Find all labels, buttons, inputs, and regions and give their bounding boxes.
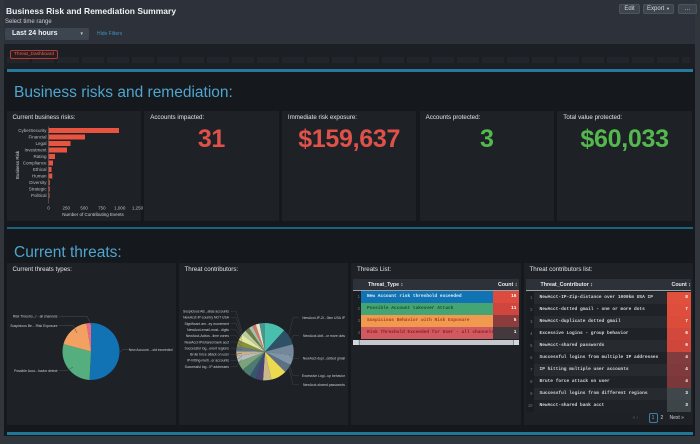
svg-text:Political: Political bbox=[30, 193, 46, 198]
svg-text:Brute force attack on user: Brute force attack on user bbox=[190, 353, 230, 357]
svg-text:Suspicious AB...alias accounts: Suspicious AB...alias accounts bbox=[183, 310, 229, 314]
svg-text:Ethical: Ethical bbox=[32, 167, 46, 172]
svg-text:NewAcct-dott...or more dots: NewAcct-dott...or more dots bbox=[302, 334, 344, 338]
svg-text:Financial: Financial bbox=[28, 135, 46, 140]
svg-text:Business Risk: Business Risk bbox=[15, 150, 20, 179]
svg-text:NewAcct-dupl...dotted gmail: NewAcct-dupl...dotted gmail bbox=[302, 357, 344, 361]
svg-text:1,250: 1,250 bbox=[131, 206, 143, 211]
svg-text:500: 500 bbox=[80, 206, 88, 211]
svg-text:NewAcct-Acttos...time zones: NewAcct-Acttos...time zones bbox=[185, 334, 228, 338]
svg-text:Suspicious Be... Risk Exposure: Suspicious Be... Risk Exposure bbox=[10, 324, 57, 328]
svg-text:New Account ...old exceeded: New Account ...old exceeded bbox=[128, 348, 172, 352]
svg-text:Successful log...erent regions: Successful log...erent regions bbox=[184, 346, 229, 350]
svg-text:NewAcct-IP-country NOT USA: NewAcct-IP-country NOT USA bbox=[183, 316, 230, 320]
svg-text:Legal: Legal bbox=[35, 141, 46, 146]
svg-text:Possible Acco...havior detect: Possible Acco...havior detect bbox=[14, 369, 57, 373]
svg-text:NewAcct-IP/shared bank acct: NewAcct-IP/shared bank acct bbox=[184, 340, 229, 344]
svg-text:Investment: Investment bbox=[24, 148, 47, 153]
svg-text:NewAcct-IP-Zi...0km USA IP: NewAcct-IP-Zi...0km USA IP bbox=[302, 316, 346, 320]
svg-text:Human: Human bbox=[31, 174, 46, 179]
svg-text:750: 750 bbox=[98, 206, 106, 211]
svg-text:IP-hitting-multi...er accounts: IP-hitting-multi...er accounts bbox=[186, 359, 228, 363]
svg-text:CyberSecurity: CyberSecurity bbox=[18, 128, 47, 133]
svg-text:Rating: Rating bbox=[33, 154, 47, 159]
svg-text:Significant am...ey movement: Significant am...ey movement bbox=[184, 322, 229, 326]
svg-text:Successful log...IP addresses: Successful log...IP addresses bbox=[184, 365, 229, 369]
svg-text:Excessive Logi...up behavior: Excessive Logi...up behavior bbox=[301, 374, 345, 378]
svg-text:250: 250 bbox=[62, 206, 70, 211]
svg-text:NewAcct-email-most...digits: NewAcct-email-most...digits bbox=[187, 328, 229, 332]
svg-text:Compliance: Compliance bbox=[22, 161, 46, 166]
svg-text:Diversity: Diversity bbox=[29, 180, 47, 185]
svg-text:Risk Thresho...r - all channel: Risk Thresho...r - all channels bbox=[12, 315, 57, 319]
svg-text:0: 0 bbox=[47, 206, 50, 211]
svg-text:Number of Contributing Events: Number of Contributing Events bbox=[62, 212, 124, 217]
svg-text:Strategic: Strategic bbox=[28, 187, 47, 192]
svg-text:NewAcct-shared passwords: NewAcct-shared passwords bbox=[302, 383, 344, 387]
svg-text:1,000: 1,000 bbox=[114, 206, 126, 211]
